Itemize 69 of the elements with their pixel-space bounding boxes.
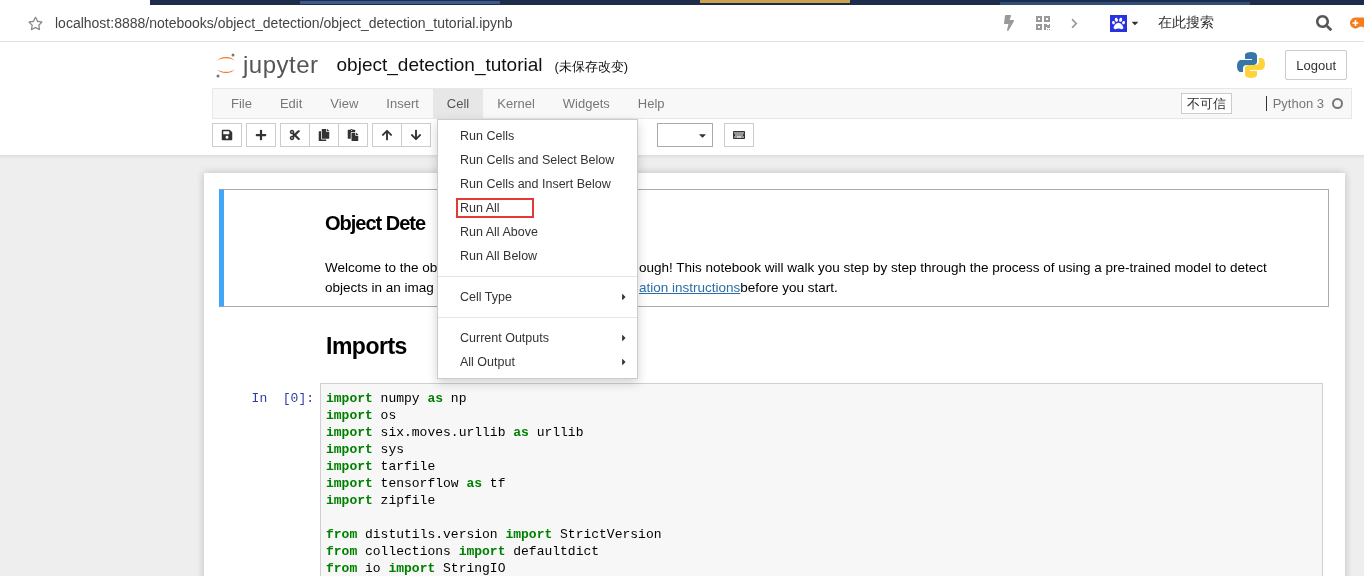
toolbar-button[interactable] bbox=[338, 123, 368, 147]
input-prompt: In [0]: bbox=[250, 390, 315, 408]
arrow-down-icon bbox=[410, 129, 422, 141]
lightning-icon[interactable] bbox=[1001, 15, 1017, 31]
toolbar-button[interactable] bbox=[309, 123, 339, 147]
menu-item[interactable]: Current Outputs bbox=[438, 326, 637, 350]
keyboard-button[interactable] bbox=[724, 123, 754, 147]
jupyter-logo-icon bbox=[215, 52, 237, 78]
toolbar-button[interactable] bbox=[212, 123, 242, 147]
menu-item[interactable]: Cell Type bbox=[438, 285, 637, 309]
kernel-name: Python 3 bbox=[1265, 96, 1324, 111]
plus-icon bbox=[255, 129, 267, 141]
menu-item[interactable]: Run All bbox=[438, 196, 637, 220]
save-icon bbox=[221, 129, 233, 141]
kernel-status-icon bbox=[1332, 98, 1343, 109]
code-line: import os bbox=[326, 407, 398, 424]
menu-item[interactable]: Widgets bbox=[548, 89, 624, 118]
paragraph-text: Welcome to the ob bbox=[325, 259, 437, 277]
menu-item[interactable]: Run All Above bbox=[438, 220, 637, 244]
code-line: import six.moves.urllib as urllib bbox=[326, 424, 585, 441]
menu-item[interactable]: Insert bbox=[372, 89, 433, 118]
keyboard-icon bbox=[733, 129, 745, 141]
code-line: import numpy as np bbox=[326, 390, 468, 407]
paste-icon bbox=[347, 129, 359, 141]
arrow-up-icon bbox=[381, 129, 393, 141]
trust-button[interactable]: 不可信 bbox=[1180, 93, 1232, 114]
code-line: import zipfile bbox=[326, 492, 437, 509]
menu-item[interactable]: Kernel bbox=[483, 89, 549, 118]
menu-item[interactable]: Edit bbox=[265, 89, 317, 118]
menu-item[interactable]: View bbox=[316, 89, 373, 118]
notebook-title[interactable]: object_detection_tutorial bbox=[336, 54, 543, 76]
menu-item[interactable]: Run Cells bbox=[438, 124, 637, 148]
menu-item[interactable]: Cell bbox=[432, 89, 484, 118]
code-line: import sys bbox=[326, 441, 406, 458]
copy-icon bbox=[318, 129, 330, 141]
paragraph-text: before you start. bbox=[740, 279, 838, 297]
menu-item[interactable]: File bbox=[217, 89, 266, 118]
search-icon[interactable] bbox=[1316, 15, 1332, 31]
star-icon[interactable] bbox=[28, 15, 43, 31]
scissors-icon bbox=[289, 129, 301, 141]
jupyter-logo-text: jupyter bbox=[243, 51, 319, 79]
python-logo-icon bbox=[1237, 51, 1266, 79]
paragraph-text: objects in an imag bbox=[325, 279, 435, 297]
paw-icon[interactable] bbox=[1110, 14, 1127, 32]
code-line: from io import StringIO bbox=[326, 560, 507, 576]
code-line: import tensorflow as tf bbox=[326, 475, 507, 492]
menu-item[interactable]: Help bbox=[623, 89, 679, 118]
paragraph-text: ough! This notebook will walk you step by step through the process of using a pre-trained model to detect bbox=[639, 259, 1267, 277]
menu-item[interactable]: Run Cells and Select Below bbox=[438, 148, 637, 172]
notebook-heading: Object Dete bbox=[325, 212, 426, 236]
logout-button[interactable]: Logout bbox=[1285, 50, 1347, 80]
code-line: import tarfile bbox=[326, 458, 437, 475]
chevron-right-icon[interactable] bbox=[1069, 17, 1080, 29]
qr-code-icon[interactable] bbox=[1035, 15, 1051, 31]
code-line: from collections import defaultdict bbox=[326, 543, 601, 560]
toolbar-button[interactable] bbox=[280, 123, 310, 147]
section-heading: Imports bbox=[326, 333, 407, 361]
cell-type-dropdown[interactable] bbox=[657, 123, 713, 147]
code-input[interactable] bbox=[320, 383, 1323, 576]
link[interactable]: ation instructions bbox=[639, 278, 741, 298]
save-status: (未保存改变) bbox=[554, 58, 629, 76]
toolbar-button[interactable] bbox=[401, 123, 431, 147]
toolbar-button[interactable] bbox=[246, 123, 276, 147]
menu-item[interactable]: All Output bbox=[438, 350, 637, 374]
address-bar[interactable]: localhost:8888/notebooks/object_detection/object_detection_tutorial.ipynb bbox=[55, 15, 513, 31]
menu-item[interactable]: Run All Below bbox=[438, 244, 637, 268]
toolbar-button[interactable] bbox=[372, 123, 402, 147]
search-field[interactable]: 在此搜索 bbox=[1158, 14, 1298, 32]
code-line: from distutils.version import StrictVersion bbox=[326, 526, 663, 543]
